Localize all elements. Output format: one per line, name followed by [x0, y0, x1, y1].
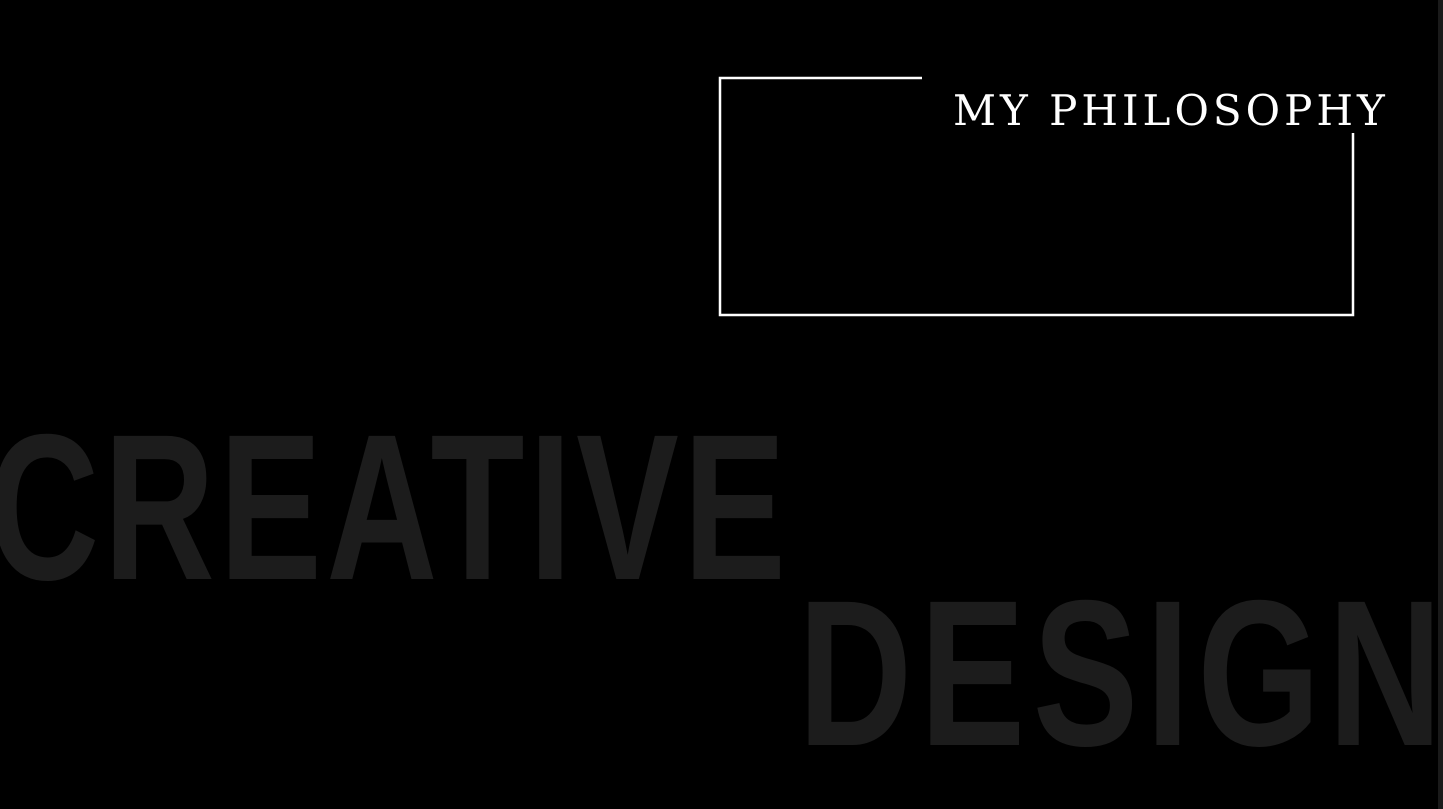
background-word-creative: CREATIVE	[0, 392, 791, 624]
section-title: MY PHILOSOPHY	[953, 85, 1389, 135]
philosophy-section: CREATIVE DESIGN MY PHILOSOPHY	[0, 0, 1443, 809]
background-word-design: DESIGN	[798, 558, 1443, 790]
scrollbar-track[interactable]	[1438, 0, 1443, 809]
